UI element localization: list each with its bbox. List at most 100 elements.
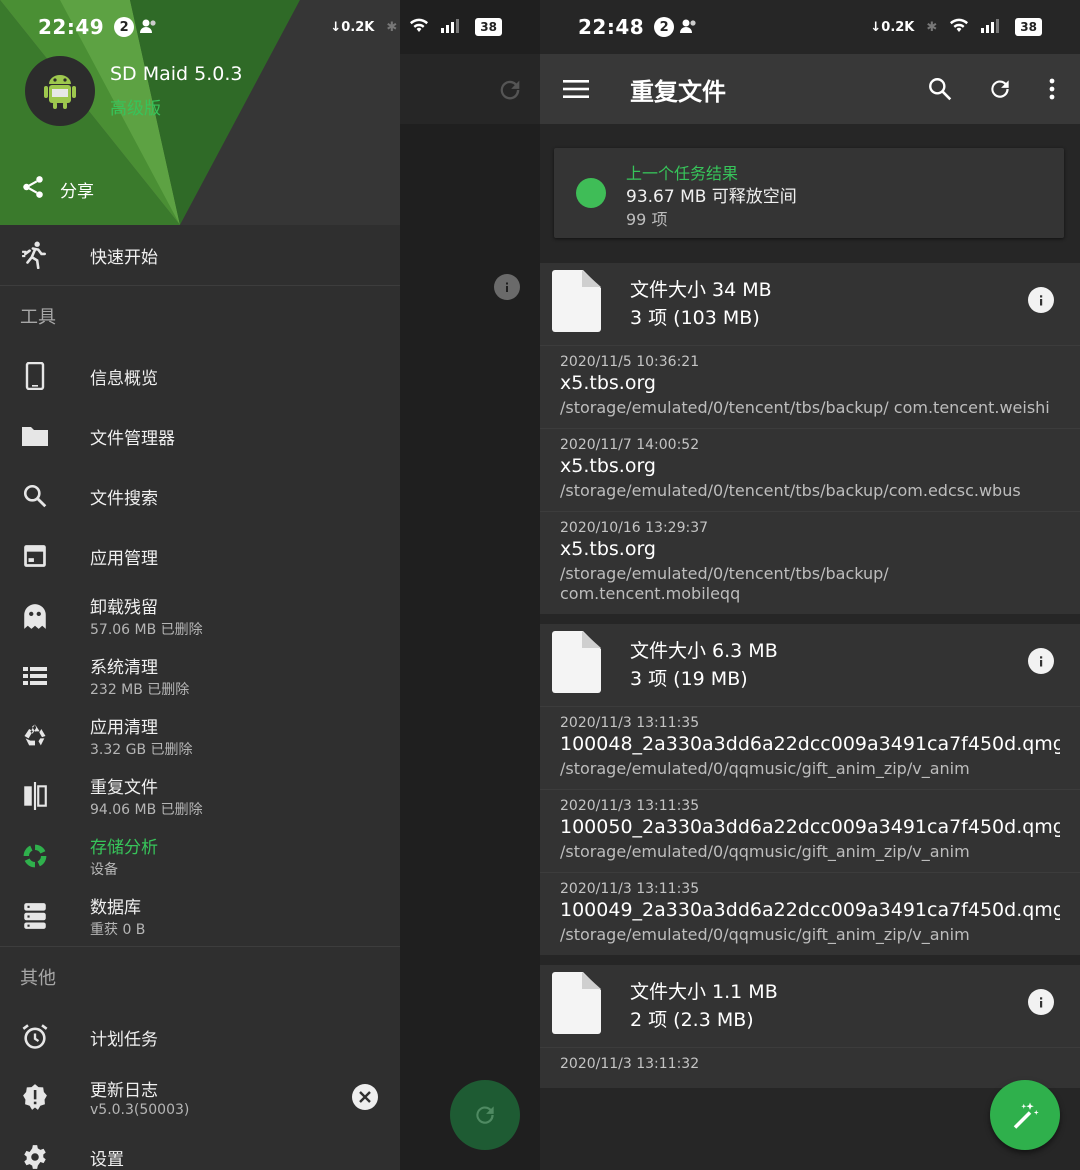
menu-item-label: 更新日志 bbox=[90, 1081, 158, 1101]
group-count: 2 项 (2.3 MB) bbox=[630, 1009, 754, 1031]
group-header[interactable]: 文件大小 1.1 MB 2 项 (2.3 MB) bbox=[540, 965, 1080, 1047]
app-manager-icon bbox=[20, 541, 50, 571]
list-item[interactable]: 2020/11/3 13:11:32 bbox=[540, 1047, 1080, 1088]
menu-item-file-manager[interactable]: 文件管理器 bbox=[0, 406, 400, 466]
file-name: 100048_2a330a3dd6a22dcc009a3491ca7f450d.… bbox=[560, 733, 1060, 755]
info-icon[interactable] bbox=[1028, 648, 1054, 674]
menu-item-label: 计划任务 bbox=[90, 1029, 158, 1050]
file-name: 100050_2a330a3dd6a22dcc009a3491ca7f450d.… bbox=[560, 816, 1060, 838]
file-path: /storage/emulated/0/qqmusic/gift_anim_zi… bbox=[560, 842, 970, 861]
file-date: 2020/11/3 13:11:35 bbox=[560, 798, 700, 814]
app-toolbar: 重复文件 bbox=[540, 54, 1080, 124]
storage-analyzer-icon bbox=[20, 841, 50, 871]
menu-item-sublabel: 设备 bbox=[90, 862, 118, 878]
list-item[interactable]: 2020/11/7 14:00:52 x5.tbs.org /storage/e… bbox=[540, 428, 1080, 511]
dimmed-main-content[interactable] bbox=[400, 0, 540, 1170]
dismiss-close-icon[interactable] bbox=[352, 1084, 378, 1110]
status-time: 22:49 bbox=[38, 15, 105, 39]
list-item[interactable]: 2020/11/5 10:36:21 x5.tbs.org /storage/e… bbox=[540, 345, 1080, 428]
menu-item-corpse-finder[interactable]: 卸载残留 57.06 MB 已删除 bbox=[0, 586, 400, 646]
status-bar: 22:49 2 ↓0.2K ✱ 38 bbox=[0, 0, 540, 54]
list-item[interactable]: 2020/11/3 13:11:35 100048_2a330a3dd6a22d… bbox=[540, 706, 1080, 789]
info-icon[interactable] bbox=[1028, 989, 1054, 1015]
menu-item-changelog[interactable]: 更新日志 v5.0.3(50003) bbox=[0, 1067, 400, 1127]
menu-item-label: 文件搜索 bbox=[90, 488, 158, 509]
file-icon bbox=[552, 972, 601, 1034]
summary-freeable: 93.67 MB 可释放空间 bbox=[626, 187, 797, 207]
list-item[interactable]: 2020/11/3 13:11:35 100049_2a330a3dd6a22d… bbox=[540, 872, 1080, 955]
menu-item-label: 卸载残留 bbox=[90, 598, 158, 618]
menu-item-label: 快速开始 bbox=[90, 247, 158, 268]
page-title: 重复文件 bbox=[630, 77, 726, 106]
file-path: /storage/emulated/0/tencent/tbs/backup/ … bbox=[560, 398, 1050, 417]
group-header[interactable]: 文件大小 6.3 MB 3 项 (19 MB) bbox=[540, 624, 1080, 706]
file-path: /storage/emulated/0/tencent/tbs/backup/ … bbox=[560, 564, 889, 603]
more-options-icon[interactable] bbox=[1038, 75, 1066, 103]
menu-item-label: 应用清理 bbox=[90, 718, 158, 738]
contacts-icon bbox=[140, 15, 158, 39]
group-count: 3 项 (103 MB) bbox=[630, 307, 760, 329]
menu-item-app-cleaner[interactable]: 应用清理 3.32 GB 已删除 bbox=[0, 706, 400, 766]
wifi-icon bbox=[949, 17, 969, 37]
notification-count-badge: 2 bbox=[654, 17, 675, 37]
status-dot-icon bbox=[576, 178, 606, 208]
menu-item-overview[interactable]: 信息概览 bbox=[0, 346, 400, 406]
folder-icon bbox=[20, 421, 50, 451]
share-label: 分享 bbox=[60, 182, 94, 202]
file-date: 2020/11/5 10:36:21 bbox=[560, 354, 700, 370]
app-name: SD Maid 5.0.3 bbox=[110, 63, 243, 85]
info-icon[interactable] bbox=[1028, 287, 1054, 313]
menu-item-storage-analyzer[interactable]: 存储分析 设备 bbox=[0, 826, 400, 886]
signal-icon bbox=[441, 17, 463, 37]
contacts-icon bbox=[680, 15, 698, 39]
last-task-result-card[interactable]: 上一个任务结果 93.67 MB 可释放空间 99 项 bbox=[554, 148, 1064, 238]
list-item[interactable]: 2020/10/16 13:29:37 x5.tbs.org /storage/… bbox=[540, 511, 1080, 614]
menu-item-duplicates[interactable]: 重复文件 94.06 MB 已删除 bbox=[0, 766, 400, 826]
section-header-tools: 工具 bbox=[20, 307, 56, 328]
menu-item-system-cleaner[interactable]: 系统清理 232 MB 已删除 bbox=[0, 646, 400, 706]
group-size: 文件大小 1.1 MB bbox=[630, 981, 778, 1003]
menu-item-file-search[interactable]: 文件搜索 bbox=[0, 466, 400, 526]
refresh-icon[interactable] bbox=[986, 75, 1014, 103]
phone-icon bbox=[20, 361, 50, 391]
status-time: 22:48 bbox=[578, 15, 645, 39]
list-icon bbox=[20, 661, 50, 691]
search-icon[interactable] bbox=[926, 75, 954, 103]
menu-item-app-manager[interactable]: 应用管理 bbox=[0, 526, 400, 586]
file-name: x5.tbs.org bbox=[560, 372, 656, 394]
running-person-icon bbox=[20, 240, 50, 270]
net-speed: ↓0.2K bbox=[330, 19, 375, 35]
menu-item-label: 重复文件 bbox=[90, 778, 158, 798]
wifi-icon bbox=[409, 17, 429, 37]
duplicate-groups-list: 文件大小 34 MB 3 项 (103 MB) 2020/11/5 10:36:… bbox=[540, 263, 1080, 1098]
group-header[interactable]: 文件大小 34 MB 3 项 (103 MB) bbox=[540, 263, 1080, 345]
menu-item-quick-start[interactable]: 快速开始 bbox=[0, 225, 400, 285]
menu-item-label: 信息概览 bbox=[90, 368, 158, 389]
hamburger-menu-icon[interactable] bbox=[562, 75, 590, 103]
menu-item-label: 系统清理 bbox=[90, 658, 158, 678]
auto-select-wand-button[interactable] bbox=[990, 1080, 1060, 1150]
battery-indicator: 38 bbox=[475, 18, 502, 36]
summary-title: 上一个任务结果 bbox=[626, 164, 739, 183]
group-size: 文件大小 34 MB bbox=[630, 279, 772, 301]
database-icon bbox=[20, 901, 50, 931]
info-icon bbox=[494, 274, 520, 300]
file-icon bbox=[552, 270, 601, 332]
app-logo-android-icon bbox=[25, 56, 95, 126]
status-bar: 22:48 2 ↓0.2K ✱ 38 bbox=[540, 0, 1080, 54]
duplicate-icon bbox=[20, 781, 50, 811]
file-date: 2020/10/16 13:29:37 bbox=[560, 520, 709, 536]
menu-item-settings[interactable]: 设置 bbox=[0, 1127, 400, 1170]
share-button[interactable]: 分享 bbox=[20, 174, 94, 205]
file-path: /storage/emulated/0/qqmusic/gift_anim_zi… bbox=[560, 925, 970, 944]
drawer-menu: 快速开始 工具 信息概览 文件管理器 文件搜索 应用管理 卸载残留 57.06 … bbox=[0, 225, 400, 1170]
right-phone-screen: 22:48 2 ↓0.2K ✱ 38 重复文件 上一个任务结果 93.67 MB… bbox=[540, 0, 1080, 1170]
menu-item-label: 文件管理器 bbox=[90, 428, 175, 449]
menu-item-label: 存储分析 bbox=[90, 838, 158, 858]
ghost-icon bbox=[20, 601, 50, 631]
menu-item-databases[interactable]: 数据库 重获 0 B bbox=[0, 886, 400, 946]
list-item[interactable]: 2020/11/3 13:11:35 100050_2a330a3dd6a22d… bbox=[540, 789, 1080, 872]
file-icon bbox=[552, 631, 601, 693]
file-date: 2020/11/3 13:11:35 bbox=[560, 881, 700, 897]
menu-item-scheduler[interactable]: 计划任务 bbox=[0, 1007, 400, 1067]
